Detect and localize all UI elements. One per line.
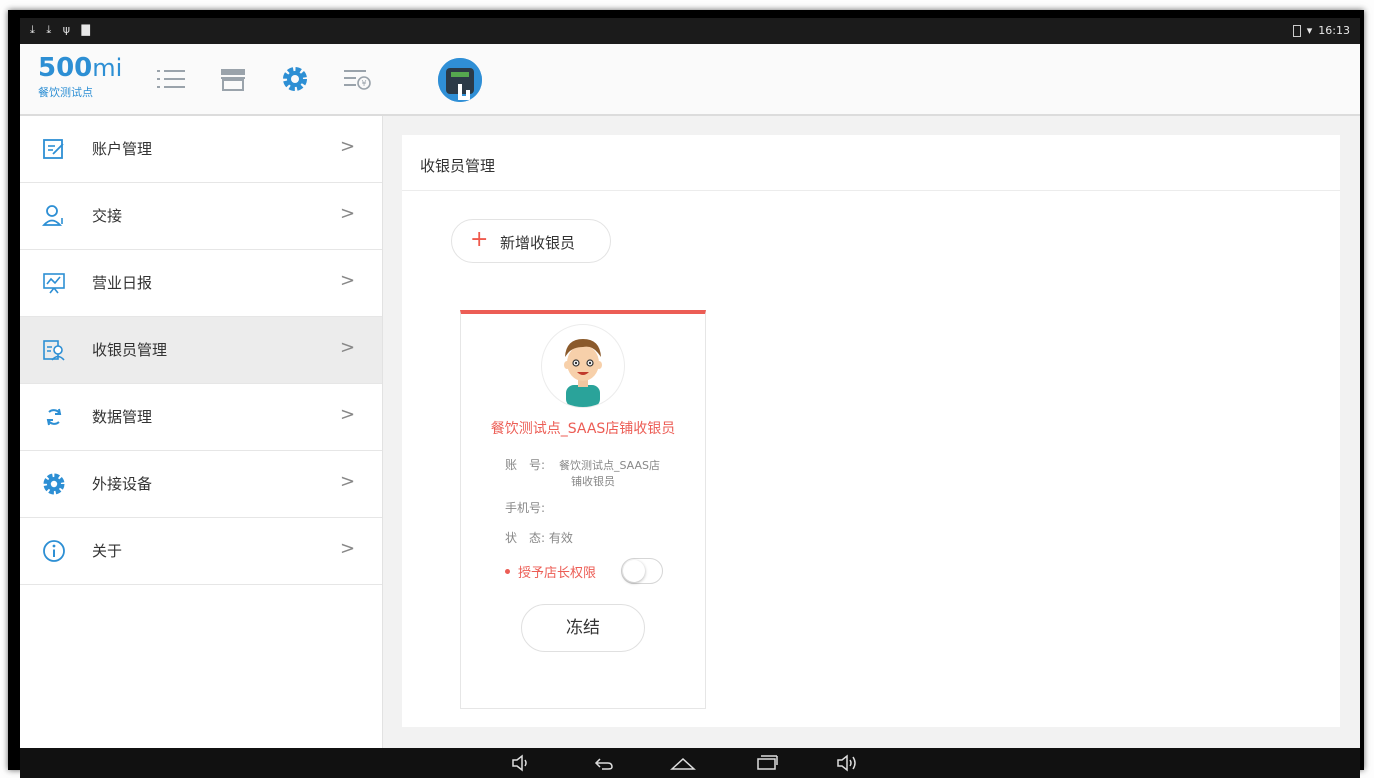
status-value: 有效: [548, 531, 573, 545]
gear-icon[interactable]: [278, 64, 312, 94]
cashier-name: 餐饮测试点_SAAS店铺收银员: [490, 421, 676, 437]
gear-icon: [42, 472, 66, 496]
store-icon[interactable]: [216, 64, 250, 94]
phone-row: 手机号:: [505, 499, 545, 516]
manager-permission-label: 授予店长权限: [518, 566, 597, 581]
chevron-right-icon: >: [340, 270, 356, 291]
chevron-right-icon: >: [340, 471, 356, 492]
user-handover-icon: [41, 204, 66, 228]
phone-label: 手机号:: [505, 501, 546, 515]
status-label: 状 态:: [505, 531, 546, 545]
add-cashier-button[interactable]: + 新增收银员: [451, 219, 611, 263]
sidebar-item-label: 外接设备: [92, 475, 153, 493]
manager-permission-row: 授予店长权限: [505, 562, 596, 581]
cashier-card: 餐饮测试点_SAAS店铺收银员 账 号: 餐饮测试点_SAAS店 铺收银员 手机…: [460, 310, 706, 709]
page-title: 收银员管理: [420, 157, 496, 175]
device-frame: ⤓ ⤓ ψ ▇ ▾ 16:13 500mi 餐饮测试点 ¥ 账户管理 > 交接 …: [0, 0, 1374, 778]
chevron-right-icon: >: [340, 404, 356, 425]
volume-up-icon[interactable]: [835, 753, 859, 773]
cashier-icon: [42, 338, 66, 362]
status-bar: ⤓ ⤓ ψ ▇ ▾ 16:13: [20, 18, 1360, 44]
sidebar-item-label: 营业日报: [92, 274, 153, 292]
freeze-button[interactable]: 冻结: [521, 604, 645, 652]
volume-down-icon[interactable]: [510, 753, 534, 773]
content-panel: 收银员管理 + 新增收银员 餐饮测试点_SAAS店铺收银员 账 号: 餐饮测试点…: [402, 135, 1340, 727]
status-row: 状 态: 有效: [505, 529, 573, 546]
logo-mi: mi: [92, 54, 123, 82]
account-value-line2: 铺收银员: [571, 475, 615, 488]
account-value-line1: 餐饮测试点_SAAS店: [559, 459, 661, 472]
back-icon[interactable]: [592, 753, 616, 773]
sidebar-item-label: 关于: [92, 542, 123, 560]
svg-text:¥: ¥: [361, 79, 366, 88]
cash-register-icon[interactable]: ¥: [340, 64, 374, 94]
sidebar-item-label: 收银员管理: [92, 341, 168, 359]
usb-icon: ψ: [62, 23, 75, 36]
wifi-icon: ▾: [1306, 24, 1313, 37]
image-icon: ▇: [81, 23, 94, 36]
cashier-avatar: [541, 324, 625, 408]
account-label: 账 号:: [505, 458, 546, 472]
chevron-right-icon: >: [340, 136, 356, 157]
manager-permission-toggle[interactable]: [621, 558, 663, 584]
screen: ⤓ ⤓ ψ ▇ ▾ 16:13 500mi 餐饮测试点 ¥ 账户管理 > 交接 …: [20, 18, 1360, 778]
plus-icon: +: [470, 227, 489, 252]
sidebar: 账户管理 > 交接 > 营业日报 > 收银员管理 > 数据管理 > 外接设备 >…: [20, 116, 383, 748]
sidebar-item-cashier-management[interactable]: 收银员管理 >: [20, 317, 382, 384]
download-icon: ⤓: [30, 23, 39, 36]
report-icon: [42, 271, 66, 295]
status-right: ▾ 16:13: [1292, 24, 1350, 37]
account-row: 账 号:: [505, 456, 545, 473]
sidebar-item-label: 账户管理: [92, 140, 153, 158]
app-header: 500mi 餐饮测试点 ¥: [20, 44, 1360, 116]
sidebar-item-handover[interactable]: 交接 >: [20, 183, 382, 250]
toggle-knob: [623, 560, 645, 582]
add-cashier-label: 新增收银员: [500, 234, 576, 252]
edit-icon: [42, 137, 66, 161]
store-name: 餐饮测试点: [38, 86, 93, 99]
content-header: 收银员管理: [402, 135, 1340, 191]
system-nav-bar: [20, 748, 1360, 778]
battery-icon: [1292, 24, 1301, 37]
sidebar-item-label: 交接: [92, 207, 123, 225]
home-icon[interactable]: [670, 753, 696, 773]
list-icon[interactable]: [154, 64, 188, 94]
bullet-dot: [505, 569, 510, 574]
chevron-right-icon: >: [340, 538, 356, 559]
sidebar-item-about[interactable]: 关于 >: [20, 518, 382, 585]
chevron-right-icon: >: [340, 337, 356, 358]
sidebar-item-account[interactable]: 账户管理 >: [20, 116, 382, 183]
status-left-icons: ⤓ ⤓ ψ ▇: [30, 23, 94, 37]
logo-number: 500: [38, 53, 93, 83]
sidebar-item-label: 数据管理: [92, 408, 153, 426]
sidebar-item-data-management[interactable]: 数据管理 >: [20, 384, 382, 451]
sidebar-item-external-devices[interactable]: 外接设备 >: [20, 451, 382, 518]
tablet-bezel: ⤓ ⤓ ψ ▇ ▾ 16:13 500mi 餐饮测试点 ¥ 账户管理 > 交接 …: [8, 10, 1364, 778]
download-icon: ⤓: [46, 23, 56, 36]
status-time: 16:13: [1318, 24, 1350, 37]
app-logo: 500mi 餐饮测试点: [38, 54, 148, 104]
account-value: 餐饮测试点_SAAS店 铺收银员: [559, 457, 689, 489]
recent-apps-icon[interactable]: [755, 753, 779, 773]
user-avatar[interactable]: [438, 58, 482, 102]
chevron-right-icon: >: [340, 203, 356, 224]
sync-icon: [42, 405, 66, 429]
info-icon: [42, 539, 66, 563]
sidebar-item-daily-report[interactable]: 营业日报 >: [20, 250, 382, 317]
